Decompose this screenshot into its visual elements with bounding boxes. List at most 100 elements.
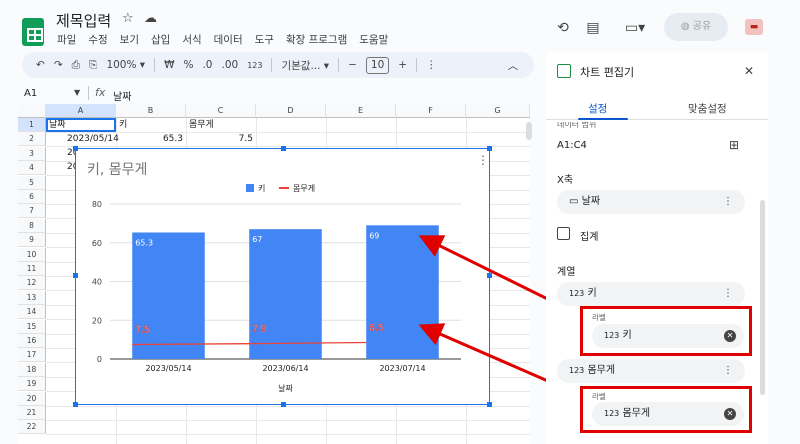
row-header-3[interactable]: 3	[18, 146, 46, 161]
print-icon[interactable]: ⎙	[72, 59, 80, 72]
series-chip-height[interactable]: 123 키 ⋮	[557, 282, 745, 306]
col-header-d[interactable]: D	[256, 104, 326, 118]
row-header-14[interactable]: 14	[18, 305, 46, 320]
row-header-6[interactable]: 6	[18, 190, 46, 204]
row-header-19[interactable]: 19	[18, 377, 46, 392]
undo-icon[interactable]: ↶	[36, 59, 45, 71]
cell-b1[interactable]: 키	[119, 118, 127, 132]
name-box[interactable]: A1	[24, 88, 37, 99]
col-header-g[interactable]: G	[466, 104, 530, 118]
row-header-22[interactable]: 22	[18, 420, 46, 435]
select-all-corner[interactable]	[18, 104, 46, 118]
cell-c2[interactable]: 7.5	[186, 132, 253, 146]
col-header-b[interactable]: B	[116, 104, 186, 118]
menu-help[interactable]: 도움말	[358, 32, 389, 47]
more-options-icon[interactable]: ⋮	[723, 190, 733, 214]
series-label-chip-weight[interactable]: 123 몸무게 ✕	[592, 402, 744, 426]
remove-icon[interactable]: ✕	[724, 408, 736, 420]
percent-button[interactable]: %	[183, 59, 193, 71]
font-size-decrease-button[interactable]: −	[348, 59, 357, 71]
row-header-12[interactable]: 12	[18, 276, 46, 291]
avatar[interactable]: ▬	[745, 19, 763, 35]
col-header-a[interactable]: A	[46, 104, 116, 118]
redo-icon[interactable]: ↷	[54, 59, 63, 71]
close-icon[interactable]: ✕	[744, 64, 754, 78]
row-header-13[interactable]: 13	[18, 290, 46, 305]
number-type-icon: 123	[569, 366, 585, 375]
history-icon[interactable]: ⟲	[552, 17, 574, 39]
currency-button[interactable]: ₩	[164, 59, 174, 71]
series-chip-weight[interactable]: 123 몸무게 ⋮	[557, 359, 745, 383]
menu-format[interactable]: 서식	[181, 32, 202, 47]
resize-handle[interactable]	[487, 146, 492, 151]
increase-decimal-button[interactable]: .00	[221, 59, 238, 71]
menu-edit[interactable]: 수정	[87, 32, 108, 47]
tab-setup[interactable]: 설정	[588, 101, 607, 116]
row-header-7[interactable]: 7	[18, 204, 46, 219]
font-size-input[interactable]: 10	[365, 56, 390, 74]
chevron-down-icon[interactable]: ▼	[74, 88, 80, 97]
row-header-8[interactable]: 8	[18, 218, 46, 233]
doc-title[interactable]: 제목입력	[56, 10, 111, 31]
col-header-e[interactable]: E	[326, 104, 396, 118]
font-select[interactable]: 기본값... ▾	[281, 58, 329, 73]
more-options-icon[interactable]: ⋮	[723, 282, 733, 306]
resize-handle[interactable]	[487, 273, 492, 278]
row-header-21[interactable]: 21	[18, 406, 46, 420]
collapse-toolbar-icon[interactable]: ︿	[508, 58, 519, 73]
grid-scrollbar[interactable]	[526, 122, 532, 140]
resize-handle[interactable]	[281, 146, 286, 151]
paint-format-icon[interactable]: ⎘	[89, 59, 97, 72]
row-header-16[interactable]: 16	[18, 334, 46, 348]
resize-handle[interactable]	[281, 402, 286, 407]
share-button[interactable]: ◍ 공유	[664, 13, 728, 41]
tab-customize[interactable]: 맞춤설정	[688, 101, 727, 116]
cell-a2[interactable]: 2023/05/14	[67, 132, 119, 146]
col-header-c[interactable]: C	[186, 104, 256, 118]
menu-extensions[interactable]: 확장 프로그램	[285, 32, 348, 47]
menu-insert[interactable]: 삽입	[150, 32, 171, 47]
number-format-button[interactable]: 123	[247, 61, 262, 70]
remove-icon[interactable]: ✕	[724, 330, 736, 342]
embedded-chart[interactable]: 키, 몸무게 ⋮ 0 20 40 60 80 65.3 2023/05/14 7.5 67 202…	[73, 146, 492, 407]
menu-view[interactable]: 보기	[119, 32, 140, 47]
cell-b2[interactable]: 65.3	[116, 132, 183, 146]
row-header-17[interactable]: 17	[18, 348, 46, 363]
decrease-decimal-button[interactable]: .0	[202, 59, 212, 71]
resize-handle[interactable]	[487, 402, 492, 407]
font-size-increase-button[interactable]: +	[398, 59, 407, 71]
menu-data[interactable]: 데이터	[213, 32, 244, 47]
aggregate-checkbox[interactable]	[557, 227, 570, 240]
grid-select-icon[interactable]: ⊞	[729, 138, 739, 152]
star-icon[interactable]: ☆	[122, 11, 134, 26]
row-header-9[interactable]: 9	[18, 233, 46, 248]
sheets-logo[interactable]	[22, 18, 44, 46]
more-options-icon[interactable]: ⋮	[723, 359, 733, 383]
more-options-icon[interactable]: ⋮	[426, 59, 437, 71]
resize-handle[interactable]	[73, 146, 78, 151]
row-header-20[interactable]: 20	[18, 391, 46, 406]
panel-scrollbar[interactable]	[760, 200, 765, 395]
resize-handle[interactable]	[73, 402, 78, 407]
data-range-value[interactable]: A1:C4	[557, 140, 587, 151]
row-header-15[interactable]: 15	[18, 319, 46, 334]
cell-c1[interactable]: 몸무게	[189, 118, 214, 132]
menu-tools[interactable]: 도구	[254, 32, 275, 47]
formula-input[interactable]: 날짜	[113, 88, 131, 103]
meet-icon[interactable]: ▭▾	[620, 17, 650, 39]
row-header-11[interactable]: 11	[18, 262, 46, 276]
row-header-18[interactable]: 18	[18, 362, 46, 377]
cloud-status-icon[interactable]: ☁	[144, 11, 157, 26]
row-header-10[interactable]: 10	[18, 247, 46, 262]
row-header-5[interactable]: 5	[18, 175, 46, 190]
resize-handle[interactable]	[73, 273, 78, 278]
series-label-chip-height[interactable]: 123 키 ✕	[592, 324, 744, 348]
row-header-2[interactable]: 2	[18, 132, 46, 147]
x-axis-chip[interactable]: ▭ 날짜 ⋮	[557, 190, 745, 214]
row-header-4[interactable]: 4	[18, 161, 46, 176]
row-header-1[interactable]: 1	[18, 118, 46, 132]
col-header-f[interactable]: F	[396, 104, 466, 118]
menu-file[interactable]: 파일	[56, 32, 77, 47]
comments-icon[interactable]: ▤	[582, 17, 604, 39]
zoom-select[interactable]: 100% ▾	[106, 59, 145, 71]
